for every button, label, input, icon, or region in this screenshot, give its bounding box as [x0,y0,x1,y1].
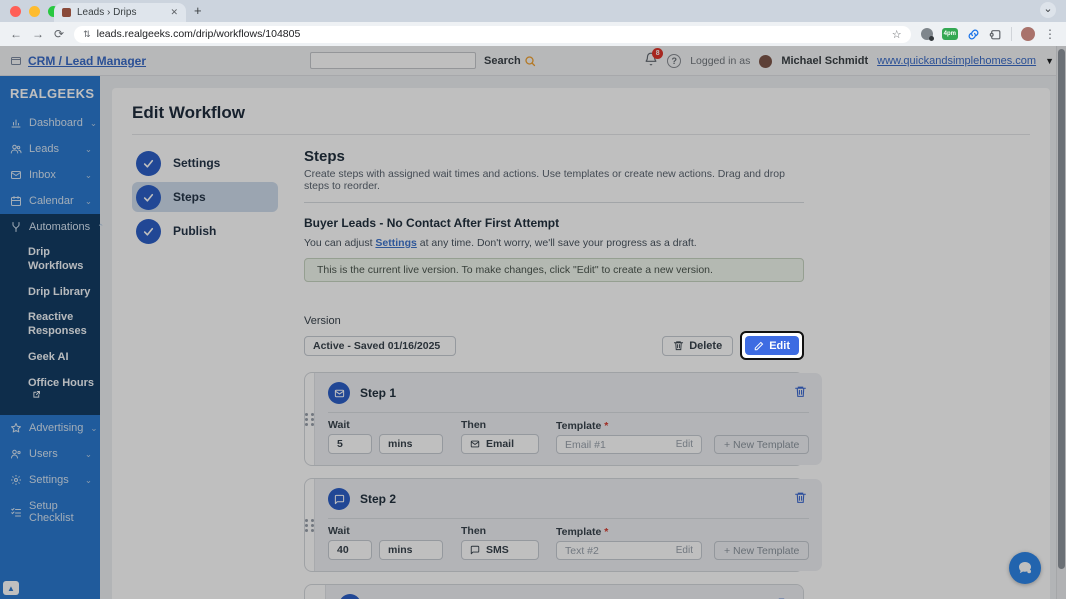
browser-tab[interactable]: Leads › Drips ✕ [54,3,186,22]
pencil-icon [754,341,764,351]
screen: Leads › Drips ✕ + ⌄ ← → ⟳ ⇅ leads.realge… [0,0,1066,599]
tab-close-icon[interactable]: ✕ [170,7,178,18]
dim-overlay [0,46,1066,599]
site-info-icon[interactable]: ⇅ [83,29,91,40]
edit-button[interactable]: Edit [745,336,799,355]
browser-menu-icon[interactable]: ⋮ [1044,27,1056,41]
tab-favicon-icon [62,8,71,17]
page-viewport: CRM / Lead Manager Search 8 ? Logged in … [0,46,1066,599]
extension-clock-icon[interactable]: 4pm [942,28,958,40]
forward-button[interactable]: → [32,28,44,40]
extension-privacy-icon[interactable] [921,28,933,40]
minimize-window-button[interactable] [29,6,40,17]
url-bar[interactable]: ⇅ leads.realgeeks.com/drip/workflows/104… [74,26,911,43]
reload-button[interactable]: ⟳ [54,28,64,40]
close-window-button[interactable] [10,6,21,17]
url-text: leads.realgeeks.com/drip/workflows/10480… [97,28,886,40]
toolbar-separator [1011,27,1012,41]
new-tab-button[interactable]: + [194,3,202,18]
extension-icons: 4pm ⋮ [921,27,1056,41]
edit-button-highlight: Edit [740,331,804,360]
tab-search-chevron-icon[interactable]: ⌄ [1040,2,1056,18]
extension-link-icon[interactable] [967,28,980,41]
browser-toolbar: ← → ⟳ ⇅ leads.realgeeks.com/drip/workflo… [0,22,1066,46]
bookmark-star-icon[interactable]: ☆ [892,28,902,41]
extensions-puzzle-icon[interactable] [989,28,1002,41]
edit-button-label: Edit [769,340,790,352]
back-button[interactable]: ← [10,28,22,40]
browser-profile-avatar[interactable] [1021,27,1035,41]
traffic-lights [10,6,59,17]
tab-title: Leads › Drips [77,7,164,18]
browser-tab-strip: Leads › Drips ✕ + ⌄ [0,0,1066,22]
